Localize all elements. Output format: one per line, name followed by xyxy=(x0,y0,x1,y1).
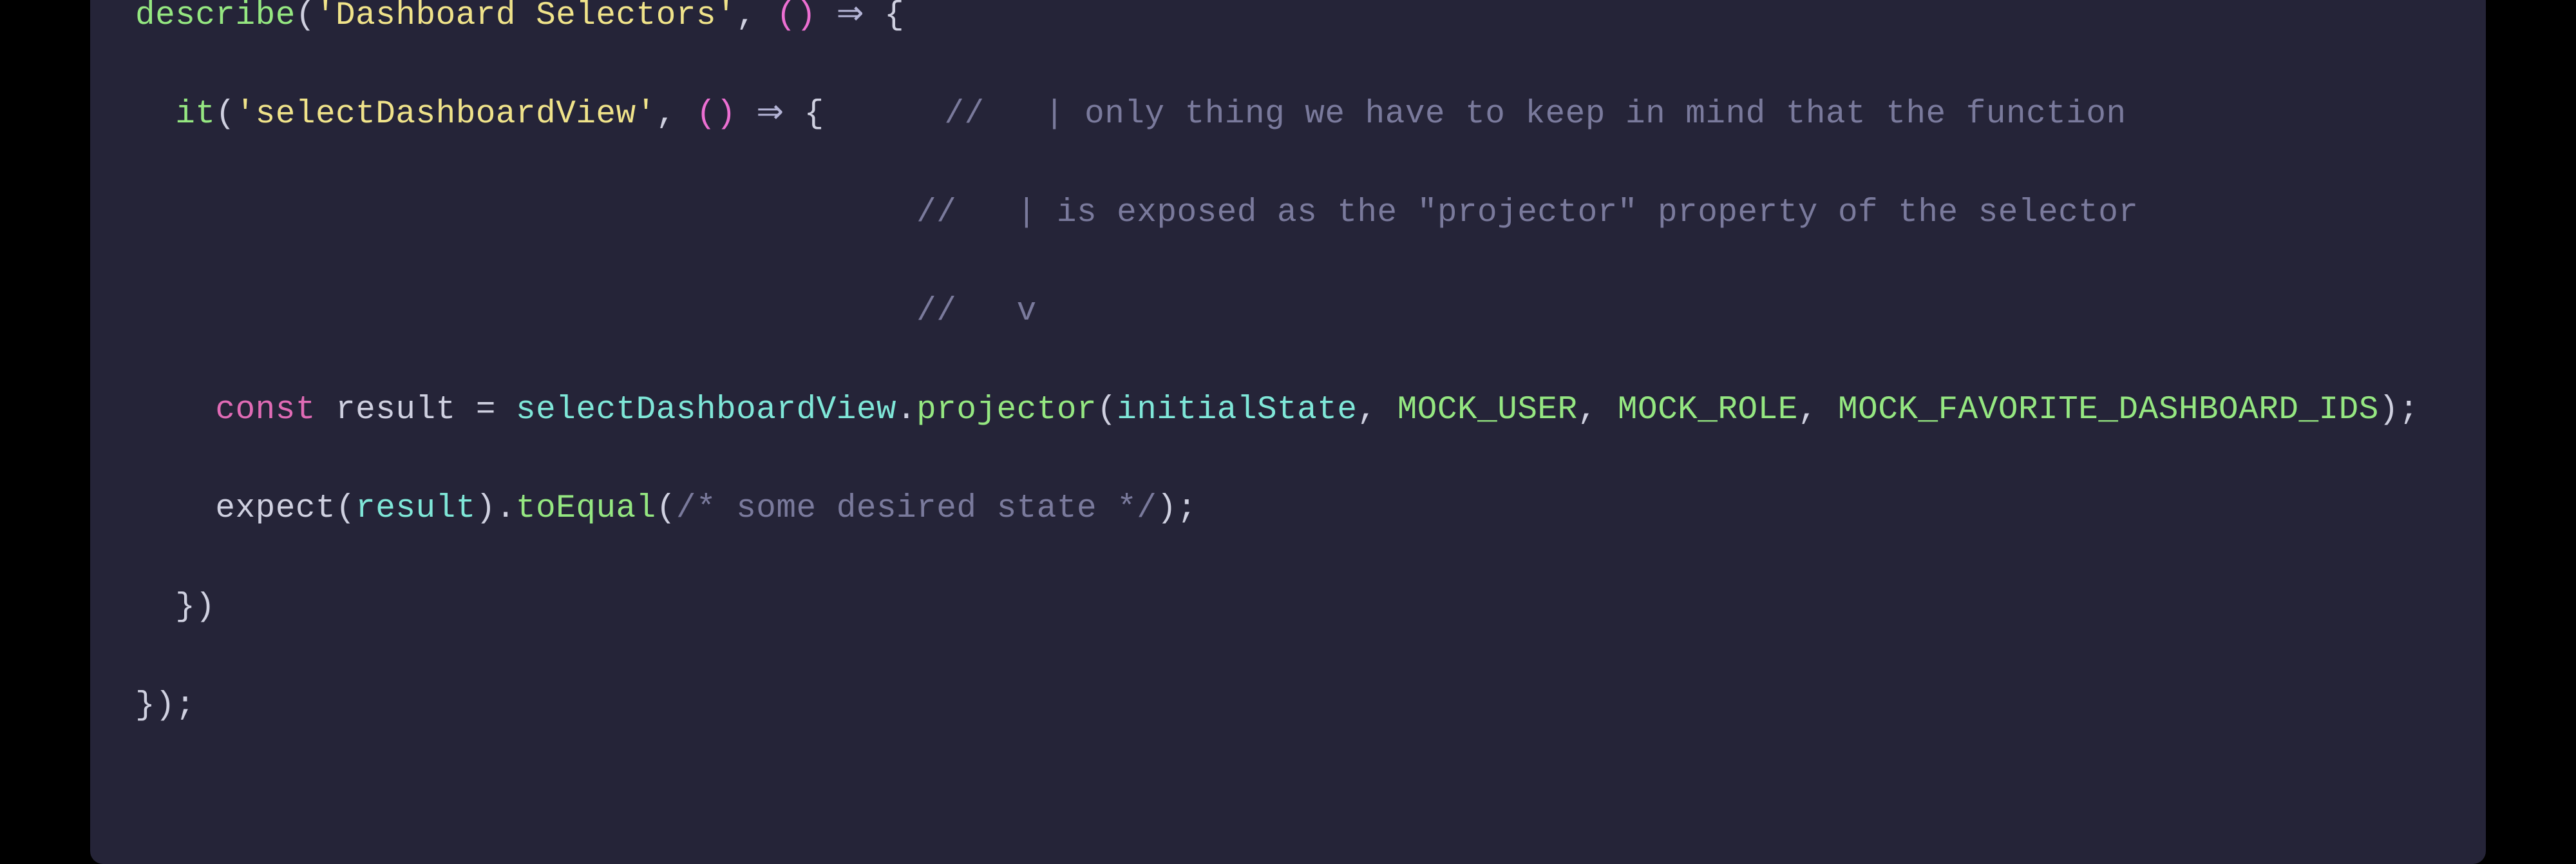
code-line-3: // | is exposed as the "projector" prope… xyxy=(135,189,2441,238)
close-paren: ) xyxy=(1157,490,1177,527)
close-paren: ) xyxy=(476,490,496,527)
method-toequal: toEqual xyxy=(516,490,656,527)
open-brace: { xyxy=(804,96,824,133)
code-line-7: }) xyxy=(135,583,2441,633)
arrow-icon: ⇒ xyxy=(756,96,784,133)
code-line-8: }); xyxy=(135,682,2441,731)
comment: // | is exposed as the "projector" prope… xyxy=(916,195,2138,231)
identifier: selectDashboardView xyxy=(516,392,896,428)
comment-block: /* some desired state */ xyxy=(676,490,1157,527)
arrow-icon: ⇒ xyxy=(837,0,864,34)
arg-mock-user: MOCK_USER xyxy=(1397,392,1578,428)
arg-mock-role: MOCK_ROLE xyxy=(1618,392,1798,428)
open-paren: ( xyxy=(656,490,676,527)
method-projector: projector xyxy=(916,392,1097,428)
arg-result: result xyxy=(355,490,476,527)
comma: , xyxy=(736,0,776,34)
comment: // | only thing we have to keep in mind … xyxy=(944,96,2126,133)
close-brace-paren: }) xyxy=(175,589,215,626)
string-literal: 'Dashboard Selectors' xyxy=(316,0,736,34)
empty-parens: () xyxy=(696,96,736,133)
open-paren: ( xyxy=(296,0,316,34)
close-brace-paren-semi: }); xyxy=(135,687,195,724)
dot: . xyxy=(496,490,516,527)
comma: , xyxy=(656,96,696,133)
const-keyword: const xyxy=(215,392,316,428)
it-call: it xyxy=(175,96,215,133)
equals: = xyxy=(476,392,496,428)
open-paren: ( xyxy=(336,490,355,527)
describe-call: describe xyxy=(135,0,296,34)
empty-parens: () xyxy=(776,0,816,34)
code-line-5: const result = selectDashboardView.proje… xyxy=(135,386,2441,436)
open-brace: { xyxy=(884,0,904,34)
code-line-6: expect(result).toEqual(/* some desired s… xyxy=(135,485,2441,534)
variable-name: result xyxy=(336,392,456,428)
semicolon: ; xyxy=(1177,490,1197,527)
comment: // v xyxy=(916,293,1037,330)
string-literal: 'selectDashboardView' xyxy=(236,96,656,133)
code-block: describe('Dashboard Selectors', () ⇒ { i… xyxy=(90,0,2486,864)
dot: . xyxy=(896,392,916,428)
code-line-2: it('selectDashboardView', () ⇒ { // | on… xyxy=(135,90,2441,140)
open-paren: ( xyxy=(215,96,235,133)
open-paren: ( xyxy=(1097,392,1117,428)
arg-initial-state: initialState xyxy=(1117,392,1357,428)
arg-mock-favorite-dashboard-ids: MOCK_FAVORITE_DASHBOARD_IDS xyxy=(1838,392,2379,428)
close-paren: ) xyxy=(2379,392,2399,428)
expect-call: expect xyxy=(215,490,336,527)
code-line-1: describe('Dashboard Selectors', () ⇒ { xyxy=(135,0,2441,41)
semicolon: ; xyxy=(2399,392,2419,428)
code-line-4: // v xyxy=(135,287,2441,337)
